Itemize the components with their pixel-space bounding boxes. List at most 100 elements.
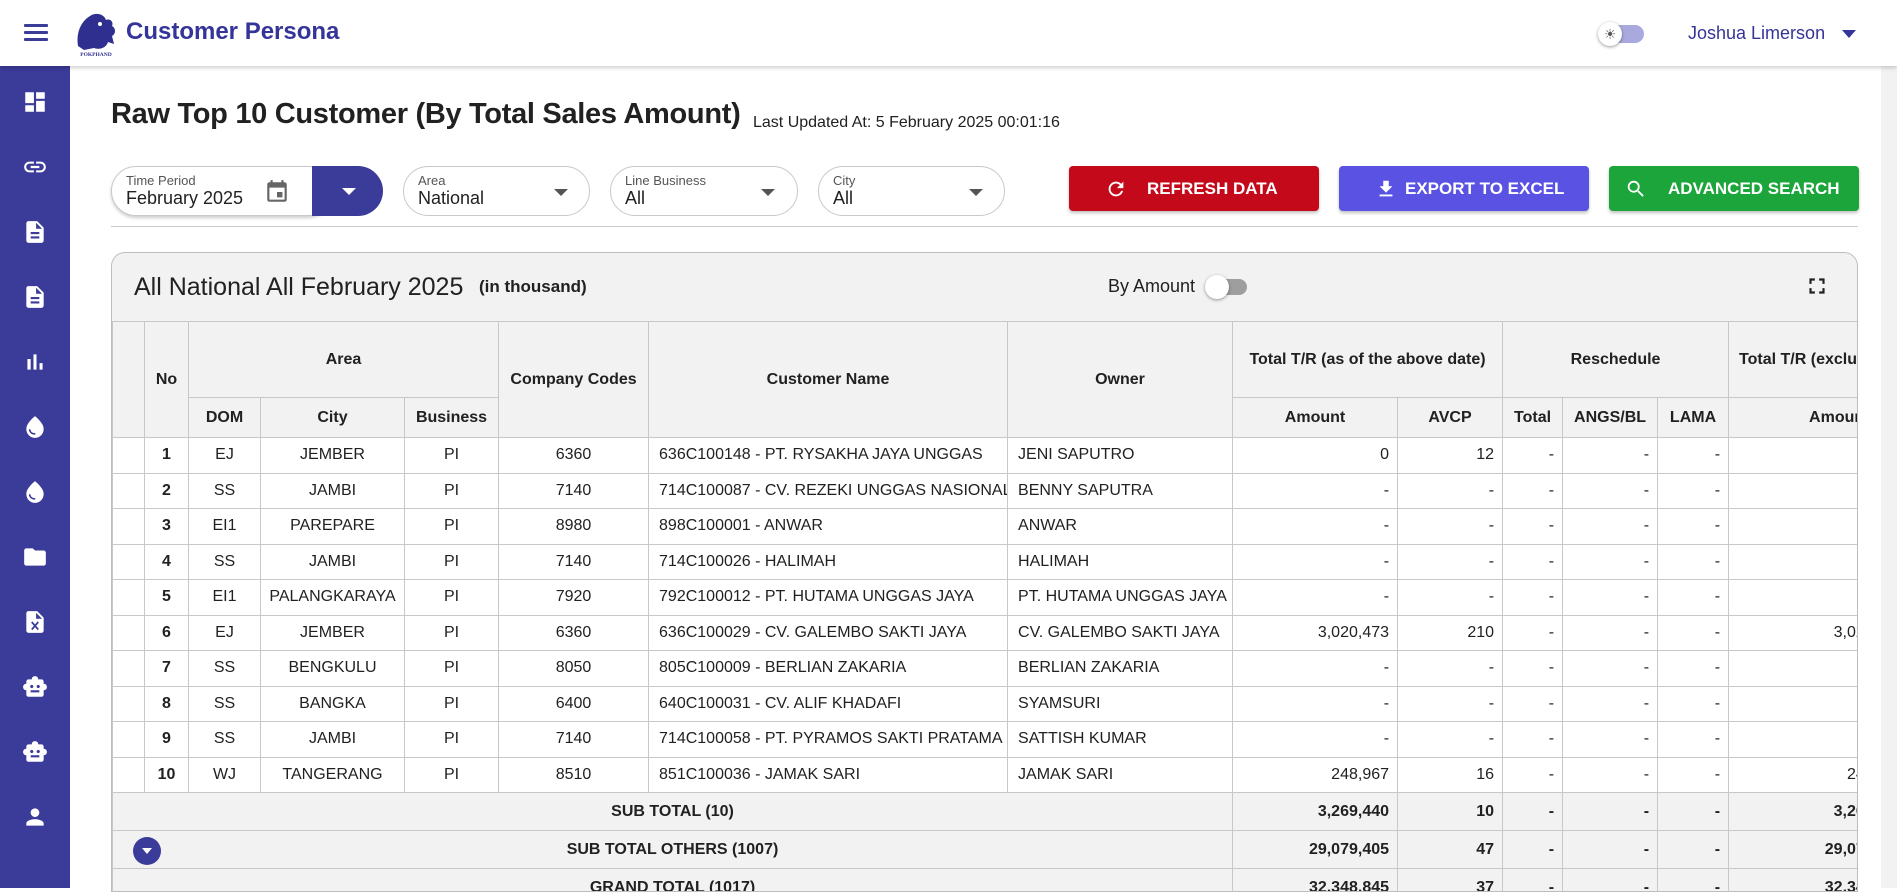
header-no[interactable]: No: [145, 322, 189, 438]
row-business: PI: [405, 509, 499, 545]
header-city[interactable]: City: [261, 398, 405, 438]
bar-chart-icon[interactable]: [21, 348, 49, 376]
theme-toggle[interactable]: ☀: [1598, 22, 1648, 46]
fullscreen-icon[interactable]: [1804, 273, 1830, 299]
svg-text:POKPHAND: POKPHAND: [80, 52, 111, 58]
refresh-data-label: REFRESH DATA: [1147, 179, 1278, 199]
by-amount-toggle[interactable]: [1205, 275, 1249, 299]
row-amount: -: [1233, 473, 1398, 509]
divider: [111, 226, 1858, 227]
row-angs-bl: -: [1563, 757, 1658, 793]
city-label: City: [833, 173, 855, 188]
row-total: -: [1503, 509, 1563, 545]
row-dom: EJ: [189, 615, 261, 651]
row-avcp: -: [1398, 473, 1503, 509]
table-row[interactable]: 8SSBANGKAPI6400640C100031 - CV. ALIF KHA…: [113, 686, 1859, 722]
row-business: PI: [405, 580, 499, 616]
robot-icon[interactable]: [21, 738, 49, 766]
excel-file-icon[interactable]: [21, 608, 49, 636]
row-owner: HALIMAH: [1008, 544, 1233, 580]
subtotal-label: SUB TOTAL OTHERS (1007): [567, 841, 779, 858]
table-row[interactable]: 4SSJAMBIPI7140714C100026 - HALIMAHHALIMA…: [113, 544, 1859, 580]
document-icon[interactable]: [21, 283, 49, 311]
row-business: PI: [405, 473, 499, 509]
row-dom: SS: [189, 473, 261, 509]
export-to-excel-button[interactable]: EXPORT TO EXCEL: [1339, 166, 1589, 211]
header-dom[interactable]: DOM: [189, 398, 261, 438]
expand-others-button[interactable]: [133, 837, 161, 865]
header-amount[interactable]: Amount: [1233, 398, 1398, 438]
header-company-codes[interactable]: Company Codes: [499, 322, 649, 438]
row-no: 1: [145, 438, 189, 474]
robot-icon[interactable]: [21, 673, 49, 701]
refresh-data-button[interactable]: REFRESH DATA: [1069, 166, 1319, 211]
row-city: PALANGKARAYA: [261, 580, 405, 616]
row-business: PI: [405, 544, 499, 580]
table-row[interactable]: 2SSJAMBIPI7140714C100087 - CV. REZEKI UN…: [113, 473, 1859, 509]
top-app-bar: POKPHAND Customer Persona ☀ Joshua Limer…: [0, 0, 1897, 66]
area-value: National: [418, 188, 484, 209]
row-dom: EI1: [189, 509, 261, 545]
row-avcp: 16: [1398, 757, 1503, 793]
header-owner[interactable]: Owner: [1008, 322, 1233, 438]
row-customer-name: 636C100148 - PT. RYSAKHA JAYA UNGGAS: [649, 438, 1008, 474]
row-selector: [113, 473, 145, 509]
line-business-select[interactable]: Line Business All: [610, 166, 798, 216]
table-row[interactable]: 1EJJEMBERPI6360636C100148 - PT. RYSAKHA …: [113, 438, 1859, 474]
subtotal-lama: -: [1658, 869, 1729, 892]
table-row[interactable]: 5EI1PALANGKARAYAPI7920792C100012 - PT. H…: [113, 580, 1859, 616]
table-row[interactable]: 3EI1PAREPAREPI8980898C100001 - ANWARANWA…: [113, 509, 1859, 545]
time-period-field[interactable]: Time Period February 2025: [111, 166, 333, 216]
drop-icon[interactable]: [21, 413, 49, 441]
dashboard-icon[interactable]: [21, 88, 49, 116]
time-period-label: Time Period: [126, 173, 196, 188]
calendar-icon[interactable]: [264, 179, 290, 205]
menu-icon[interactable]: [24, 24, 48, 42]
subtotal-amount-excl: 29,079,4: [1729, 831, 1858, 869]
drop-icon[interactable]: [21, 478, 49, 506]
row-angs-bl: -: [1563, 686, 1658, 722]
page-scrollbar[interactable]: [1881, 66, 1897, 888]
area-label: Area: [418, 173, 445, 188]
header-amount-excl[interactable]: Amount: [1729, 398, 1858, 438]
table-row[interactable]: 9SSJAMBIPI7140714C100058 - PT. PYRAMOS S…: [113, 722, 1859, 758]
user-name[interactable]: Joshua Limerson: [1688, 23, 1825, 44]
header-angs-bl[interactable]: ANGS/BL: [1563, 398, 1658, 438]
header-lama[interactable]: LAMA: [1658, 398, 1729, 438]
subtotal-lama: -: [1658, 831, 1729, 869]
row-selector: [113, 686, 145, 722]
row-amount: 248,967: [1233, 757, 1398, 793]
row-lama: -: [1658, 686, 1729, 722]
city-select[interactable]: City All: [818, 166, 1005, 216]
folder-icon[interactable]: [21, 543, 49, 571]
row-amount-excl: [1729, 651, 1858, 687]
header-business[interactable]: Business: [405, 398, 499, 438]
chevron-down-icon[interactable]: [1842, 30, 1856, 38]
row-no: 4: [145, 544, 189, 580]
row-customer-name: 898C100001 - ANWAR: [649, 509, 1008, 545]
last-updated-text: Last Updated At: 5 February 2025 00:01:1…: [753, 114, 1060, 132]
header-total[interactable]: Total: [1503, 398, 1563, 438]
time-period-dropdown-button[interactable]: [312, 166, 383, 216]
row-total: -: [1503, 686, 1563, 722]
table-row[interactable]: 7SSBENGKULUPI8050805C100009 - BERLIAN ZA…: [113, 651, 1859, 687]
table-row[interactable]: 10WJTANGERANGPI8510851C100036 - JAMAK SA…: [113, 757, 1859, 793]
row-customer-name: 714C100058 - PT. PYRAMOS SAKTI PRATAMA: [649, 722, 1008, 758]
row-lama: -: [1658, 615, 1729, 651]
row-angs-bl: -: [1563, 438, 1658, 474]
document-icon[interactable]: [21, 218, 49, 246]
user-icon[interactable]: [21, 803, 49, 831]
advanced-search-button[interactable]: ADVANCED SEARCH: [1609, 166, 1859, 211]
link-icon[interactable]: [21, 153, 49, 181]
header-customer-name[interactable]: Customer Name: [649, 322, 1008, 438]
row-angs-bl: -: [1563, 580, 1658, 616]
row-selector: [113, 615, 145, 651]
table-row[interactable]: 6EJJEMBERPI6360636C100029 - CV. GALEMBO …: [113, 615, 1859, 651]
row-company-code: 8980: [499, 509, 649, 545]
subtotal-avcp: 10: [1398, 793, 1503, 831]
subtotal-row: GRAND TOTAL (1017)32,348,84537---32,348,…: [113, 869, 1859, 892]
row-owner: PT. HUTAMA UNGGAS JAYA: [1008, 580, 1233, 616]
area-select[interactable]: Area National: [403, 166, 590, 216]
header-avcp[interactable]: AVCP: [1398, 398, 1503, 438]
row-city: TANGERANG: [261, 757, 405, 793]
